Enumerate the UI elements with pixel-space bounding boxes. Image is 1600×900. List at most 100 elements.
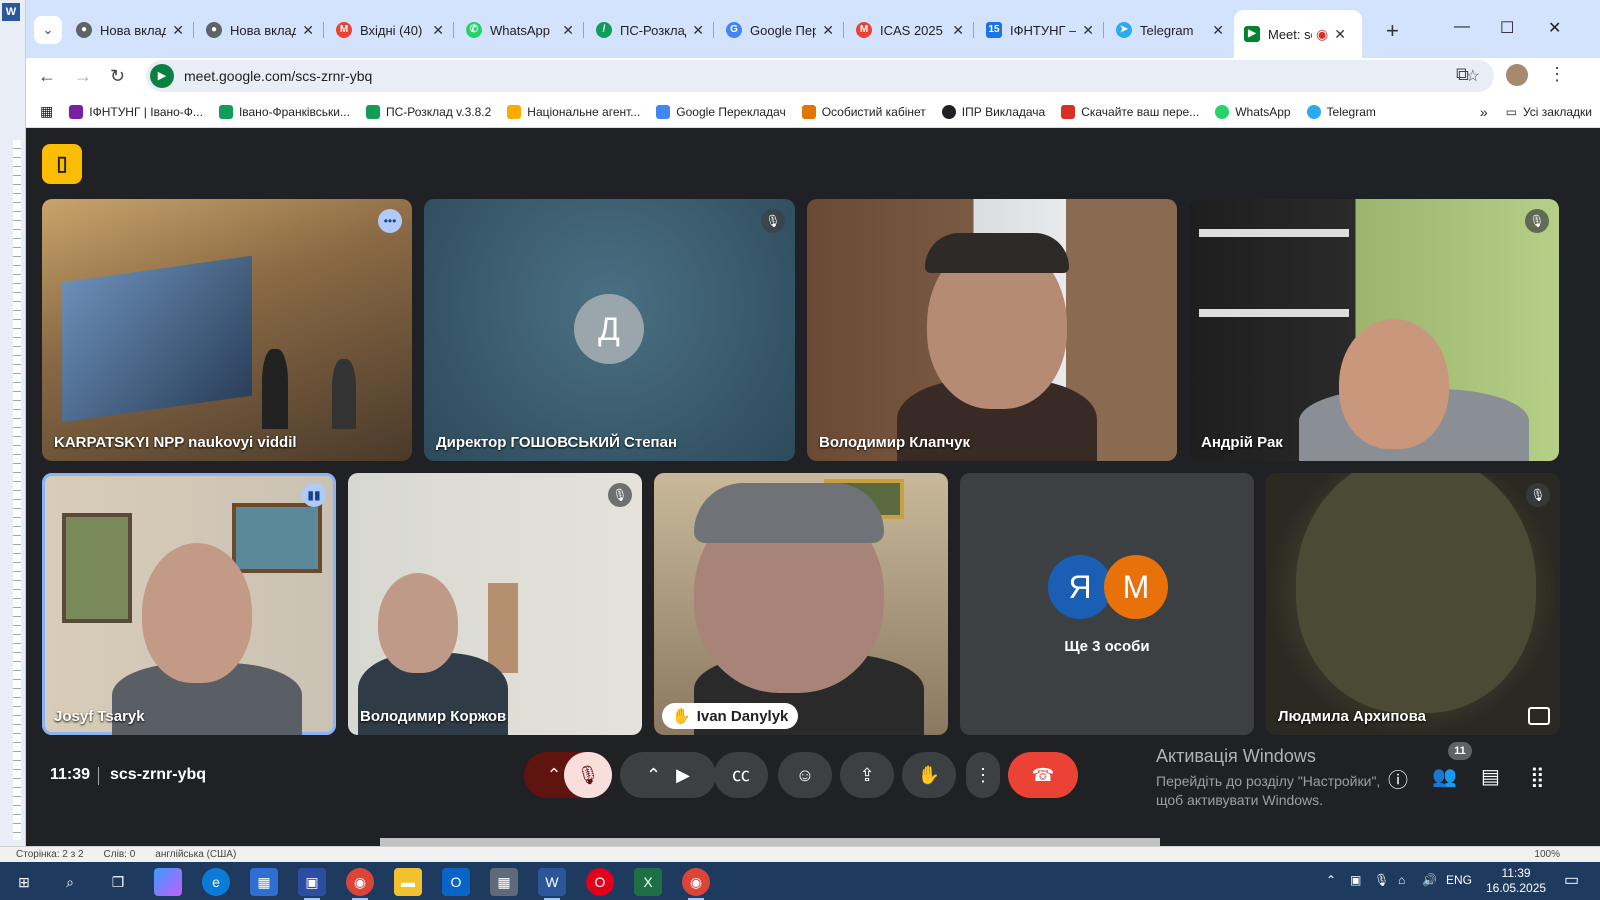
word-taskbar-icon[interactable]: W [538, 868, 566, 900]
present-button[interactable]: ⇪ [840, 752, 894, 798]
close-icon[interactable]: ✕ [562, 22, 574, 39]
task-view-icon[interactable]: ❐ [104, 868, 132, 896]
meeting-code[interactable]: scs-zrnr-ybq [110, 766, 206, 784]
taskbar-clock[interactable]: 11:39 16.05.2025 [1486, 866, 1546, 896]
bookmark-cabinet[interactable]: Особистий кабінет [801, 104, 926, 119]
tab-whatsapp[interactable]: ✆ WhatsApp ✕ [456, 12, 584, 48]
bookmark-ipr[interactable]: ІПР Викладача [941, 104, 1045, 119]
search-icon[interactable]: ⌕ [56, 868, 84, 896]
tab-gmail-inbox[interactable]: M Вхідні (40) ✕ [326, 12, 454, 48]
url-text[interactable]: meet.google.com/scs-zrnr-ybq [184, 68, 372, 84]
captions-button[interactable]: ㏄ [714, 752, 768, 798]
others-tile[interactable]: Я М Ще 3 особи [960, 473, 1254, 735]
close-icon[interactable]: ✕ [172, 22, 184, 39]
window-close-icon[interactable]: ✕ [1548, 18, 1561, 38]
bookmark-ifntung[interactable]: ІФНТУНГ | Івано-Ф... [69, 104, 203, 119]
outlook-icon[interactable]: O [442, 868, 470, 896]
tab-ps-rozklad[interactable]: / ПС-Розклад ✕ [586, 12, 714, 48]
new-tab-button[interactable]: + [1386, 18, 1399, 44]
close-icon[interactable]: ✕ [302, 22, 314, 39]
windows-activation-text: Перейдіть до розділу "Настройки", щоб ак… [1156, 773, 1381, 808]
tab-meet-active[interactable]: ▶ Meet: scs ◉ ✕ [1234, 10, 1362, 58]
volume-icon[interactable]: 🔊 [1422, 873, 1437, 887]
back-icon[interactable]: ← [38, 66, 56, 87]
maximize-icon[interactable]: ☐ [1500, 18, 1514, 38]
profile-avatar[interactable] [1506, 64, 1528, 86]
opera-icon[interactable]: O [586, 868, 614, 896]
calculator-icon[interactable]: ▦ [490, 868, 518, 896]
word-language[interactable]: англійська (США) [155, 849, 236, 860]
activities-grid-icon[interactable]: ⣿ [1530, 764, 1545, 789]
pin-icon[interactable] [1528, 707, 1550, 725]
tab-search-button[interactable]: ⌄ [34, 16, 62, 44]
chat-icon[interactable]: ▤ [1481, 764, 1500, 789]
participant-tile[interactable]: ••• KARPATSKYI NPP naukovyi viddil [42, 199, 412, 461]
camera-tray-icon[interactable]: ▣ [1350, 873, 1361, 887]
chrome-profile-taskbar-icon[interactable]: ◉ [682, 868, 710, 900]
mic-toggle-button[interactable]: 🎙 [564, 752, 612, 798]
microphone-tray-icon[interactable]: 🎙 [1374, 873, 1389, 887]
leave-call-button[interactable]: ☎ [1008, 752, 1078, 798]
word-zoom[interactable]: 100% [1534, 849, 1560, 860]
site-info-icon[interactable]: ▶ [150, 64, 174, 88]
participant-tile[interactable]: ▮▮ Josyf Tsaryk [42, 473, 336, 735]
minimize-icon[interactable]: — [1454, 18, 1470, 36]
bookmark-ps-rozklad[interactable]: ПС-Розклад v.3.8.2 [365, 104, 491, 119]
horizontal-scrollbar[interactable] [380, 838, 1160, 846]
address-bar[interactable]: ▶ meet.google.com/scs-zrnr-ybq ☆ [146, 60, 1494, 92]
store-icon[interactable]: ▦ [250, 868, 278, 896]
camera-toggle-button[interactable]: ⌃ ▶ [620, 752, 716, 798]
bookmark-whatsapp[interactable]: WhatsApp [1215, 104, 1291, 119]
bookmark-telegram[interactable]: Telegram [1306, 104, 1376, 119]
bookmark-nacionalne[interactable]: Національне агент... [507, 104, 640, 119]
chrome-taskbar-icon[interactable]: ◉ [346, 868, 374, 900]
network-icon[interactable]: ⌂ [1398, 873, 1405, 887]
bookmark-label: Telegram [1326, 104, 1376, 119]
close-icon[interactable]: ✕ [1082, 22, 1094, 39]
notifications-icon[interactable]: ▭ [1564, 870, 1579, 890]
excel-icon[interactable]: X [634, 868, 662, 896]
raise-hand-button[interactable]: ✋ [902, 752, 956, 798]
bookmarks-overflow-icon[interactable]: » [1480, 104, 1488, 120]
close-icon[interactable]: ✕ [1212, 22, 1224, 39]
participant-tile[interactable]: Д 🎙 Директор ГОШОВСЬКИЙ Степан [424, 199, 795, 461]
save-app-icon[interactable]: ▣ [298, 868, 326, 900]
close-icon[interactable]: ✕ [952, 22, 964, 39]
tab-google-translate[interactable]: G Google Перекладач ✕ [716, 12, 844, 48]
file-explorer-icon[interactable]: ▬ [394, 868, 422, 896]
tab-icas[interactable]: M ICAS 2025 ✕ [846, 12, 974, 48]
extensions-icon[interactable]: ⧉ [1456, 64, 1469, 85]
close-icon[interactable]: ✕ [432, 22, 444, 39]
menu-kebab-icon[interactable]: ⋮ [1548, 64, 1566, 85]
participant-tile[interactable]: 🎙 Людмила Архипова [1266, 473, 1560, 735]
forward-icon[interactable]: → [74, 66, 92, 87]
close-icon[interactable]: ✕ [1334, 26, 1346, 43]
tab-telegram[interactable]: ➤ Telegram ✕ [1106, 12, 1234, 48]
bookmark-download[interactable]: Скачайте ваш пере... [1061, 104, 1199, 119]
participant-tile[interactable]: ✋ Ivan Danylyk [654, 473, 948, 735]
participant-tile[interactable]: 🎙 Андрій Рак [1189, 199, 1559, 461]
copilot-icon[interactable] [154, 868, 182, 896]
close-icon[interactable]: ✕ [692, 22, 704, 39]
people-icon[interactable]: 👥 [1432, 764, 1457, 789]
tab-ifntung[interactable]: 15 ІФНТУНГ – ✕ [976, 12, 1104, 48]
meeting-info-icon[interactable]: ⓘ [1388, 764, 1408, 793]
reload-icon[interactable]: ↻ [110, 66, 125, 87]
reactions-button[interactable]: ☺ [778, 752, 832, 798]
show-hidden-icons[interactable]: ⌃ [1326, 873, 1336, 887]
more-options-button[interactable]: ⋮ [966, 752, 1000, 798]
bookmark-icon [218, 104, 233, 119]
meet-activities-icon[interactable]: ▯ [42, 144, 82, 184]
participant-tile[interactable]: 🎙 Володимир Коржов [348, 473, 642, 735]
close-icon[interactable]: ✕ [822, 22, 834, 39]
participant-tile[interactable]: Володимир Клапчук [807, 199, 1177, 461]
bookmark-ivano-frankivsk[interactable]: Івано-Франківськи... [218, 104, 350, 119]
tab-new-2[interactable]: ● Нова вкладка ✕ [196, 12, 324, 48]
bookmark-google-translate[interactable]: Google Перекладач [656, 104, 786, 119]
language-indicator[interactable]: ENG [1446, 873, 1472, 887]
start-icon[interactable]: ⊞ [10, 868, 38, 896]
all-bookmarks[interactable]: ▭ Усі закладки [1506, 105, 1592, 119]
tab-new-1[interactable]: ● Нова вкладка ✕ [66, 12, 194, 48]
apps-grid-icon[interactable]: ▦ [40, 103, 53, 120]
edge-icon[interactable]: e [202, 868, 230, 896]
